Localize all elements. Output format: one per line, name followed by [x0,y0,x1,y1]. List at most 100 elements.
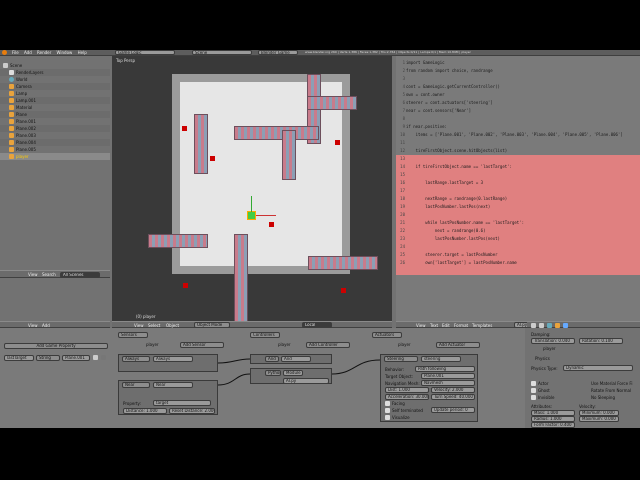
code-line[interactable]: own['lastTarget'] = lastPosNumber.name [406,260,517,265]
code-line[interactable]: lastRange.lastTarget = 3 [406,180,483,185]
maze-wall [234,234,248,321]
rotation-field[interactable]: Rotation: 0.100 [579,338,623,344]
code-line[interactable]: near = cont.sensors['Near'] [406,108,471,113]
text-editor[interactable]: 1 import GameLogic 2 from random import cho… [396,56,640,321]
viewport-header: View Select Object Object Mode Local [112,321,392,328]
outliner-row-plane-004[interactable]: Plane.004 [0,139,110,146]
render-layers-icon [9,70,14,75]
code-line[interactable]: while lastPosNumber.name == 'lastTarget'… [406,220,524,225]
transform-gizmo-x[interactable] [256,215,276,216]
transform-gizmo-y[interactable] [251,196,252,212]
menu-window[interactable]: Window [57,50,73,55]
outliner-row-player[interactable]: player [0,153,110,160]
menu-render[interactable]: Render [37,50,51,55]
target-marker [182,126,187,131]
outliner-row-plane-002[interactable]: Plane.002 [0,125,110,132]
logic-view-menu[interactable]: View [28,323,38,328]
properties-editor[interactable]: player Physics Physics Type: Dynamic Act… [527,328,640,428]
scene-stats: www.blender.org 260 | Verts:1,386 | Face… [305,50,471,54]
logic-link [331,359,381,375]
outliner-row-renderlayers[interactable]: RenderLayers [0,69,110,76]
use-material-force-label[interactable]: Use Material Force Fi [591,381,632,386]
outliner-row-plane-005[interactable]: Plane.005 [0,146,110,153]
translation-field[interactable]: Translation: 0.040 [531,338,575,344]
code-line[interactable]: tireFirstObject.scene.hitObjects(list) [406,148,508,153]
damping-label: Damping: [531,332,551,337]
code-line[interactable]: steerer.target = lastPosNumber [406,252,497,257]
rotate-from-normal-label[interactable]: Rotate From Normal [591,388,631,393]
viewport-label: Top Persp [116,58,136,63]
lamp-icon [9,91,14,96]
code-line[interactable]: if tireFirstObject.name == 'lastTarget': [406,164,512,169]
line-number: 17 [400,188,405,193]
scene-tab-icon[interactable] [539,323,544,328]
outliner-row-material[interactable]: Material [0,104,110,111]
line-number: 13 [400,156,405,161]
object-tab-icon[interactable] [555,323,560,328]
outliner-row-scene[interactable]: Scene [0,62,110,69]
render-engine-select[interactable]: Blender Game [258,50,298,55]
player-object[interactable] [247,211,256,220]
code-line[interactable]: from random import choice, randrange [406,68,493,73]
menu-file[interactable]: File [12,50,19,55]
logic-add-menu[interactable]: Add [42,323,50,328]
outliner-search-menu[interactable]: Search [42,272,56,277]
line-number: 10 [400,132,405,137]
code-line[interactable]: import GameLogic [406,60,445,65]
code-line[interactable]: next = randrange(0.6) [406,228,486,233]
physics-type-select[interactable]: Dynamic [563,365,633,371]
3d-viewport[interactable]: Top Persp (0) player [112,56,392,321]
code-line[interactable]: if near.positive: [406,124,447,129]
max-field[interactable]: Maximum: 0.000 [579,416,619,422]
code-line[interactable]: items = ['Plane.001', 'Plane.002', 'Plan… [406,132,623,137]
render-tab-icon[interactable] [531,323,536,328]
properties-header [527,321,640,328]
code-line[interactable]: own = cont.owner [406,92,445,97]
screen-layout-select[interactable]: Game Logic [115,50,175,55]
outliner-row-plane[interactable]: Plane [0,111,110,118]
menu-help[interactable]: Help [78,50,87,55]
logic-link [217,373,251,386]
line-number: 20 [400,212,405,217]
line-number: 14 [400,164,405,169]
line-number: 11 [400,140,405,145]
mesh-icon [9,133,14,138]
ghost-checkbox[interactable] [531,388,536,393]
line-number: 16 [400,180,405,185]
invisible-checkbox[interactable] [531,395,536,400]
no-sleeping-label[interactable]: No Sleeping [591,395,615,400]
outliner-row-plane-003[interactable]: Plane.003 [0,132,110,139]
physics-tab-icon[interactable] [563,323,568,328]
outliner-row-lamp-001[interactable]: Lamp.001 [0,97,110,104]
code-line[interactable]: lastPosNumber.lastPos(next) [406,236,500,241]
world-tab-icon[interactable] [547,323,552,328]
code-line[interactable]: steerer = cont.actuators['steering'] [406,100,493,105]
outliner[interactable]: Scene RenderLayers World Camera Lamp Lam… [0,62,110,272]
form-factor-field[interactable]: Form Factor: 0.400 [531,422,575,428]
menu-add[interactable]: Add [24,50,32,55]
logic-editor[interactable]: Add Game Property lastTarget String Plan… [0,328,525,428]
target-marker [269,222,274,227]
scene-select[interactable]: Scene [192,50,252,55]
outliner-row-lamp[interactable]: Lamp [0,90,110,97]
outliner-row-plane-001[interactable]: Plane.001 [0,118,110,125]
target-marker [210,156,215,161]
code-line[interactable]: lastPosNumber.lastPos(next) [406,204,490,209]
attributes-label: Attributes: [531,404,553,409]
line-number: 9 [402,124,405,129]
blender-logo-icon[interactable] [2,50,7,55]
actor-checkbox[interactable] [531,381,536,386]
line-number: 1 [402,60,405,65]
code-line[interactable]: nextRange = randrange(0.lastRange) [406,196,507,201]
world-icon [9,77,14,82]
ghost-label: Ghost [538,388,550,393]
outliner-row-world[interactable]: World [0,76,110,83]
outliner-row-camera[interactable]: Camera [0,83,110,90]
logic-link [217,358,251,364]
material-icon [9,105,14,110]
line-number: 25 [400,252,405,257]
outliner-display-select[interactable]: All Scenes [60,272,100,278]
outliner-view-menu[interactable]: View [28,272,38,277]
blender-window: File Add Render Window Help Game Logic S… [0,50,640,428]
code-line[interactable]: cont = GameLogic.getCurrentController() [406,84,500,89]
